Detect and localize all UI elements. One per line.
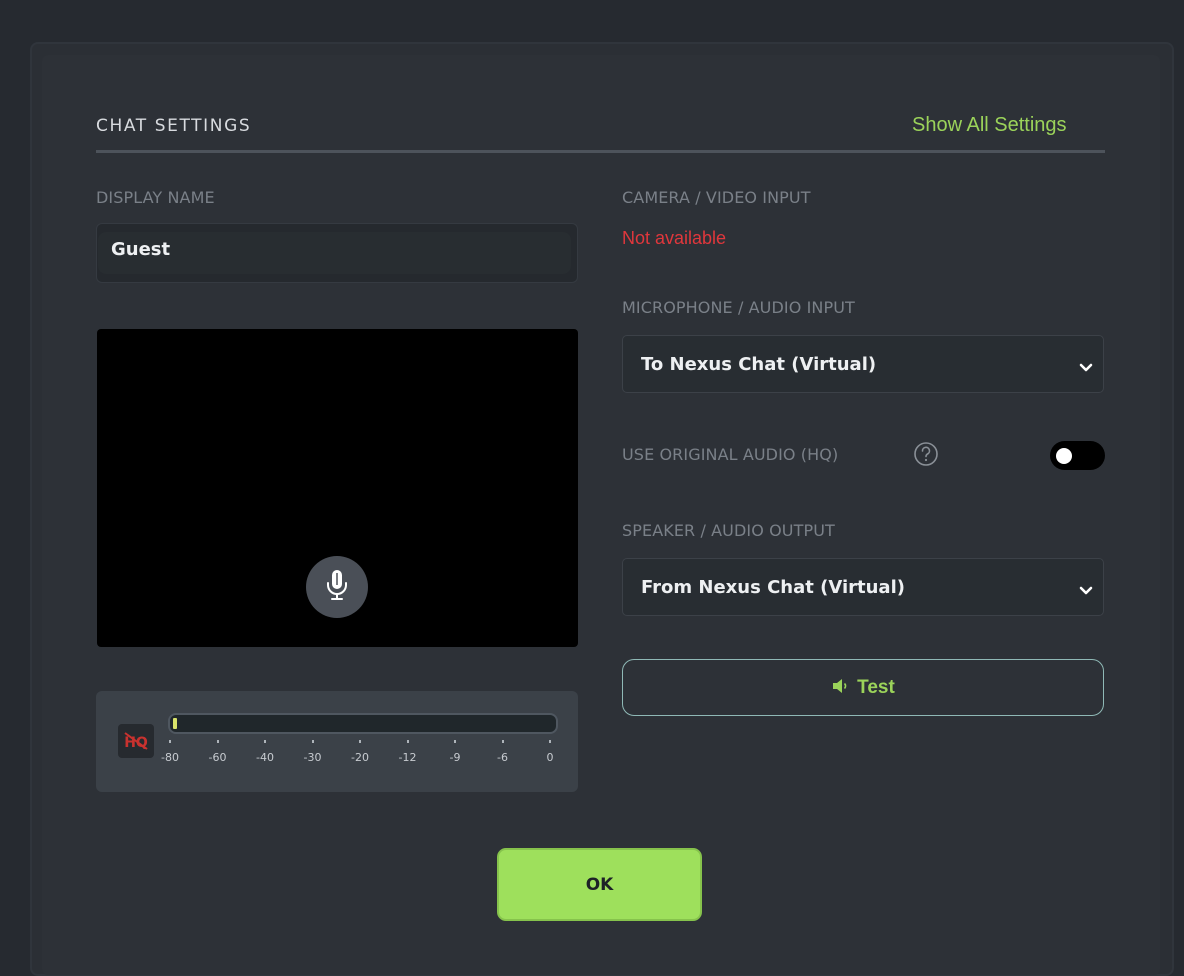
- meter-tick-mark: [311, 740, 314, 743]
- chevron-down-icon: [1079, 358, 1093, 377]
- help-circle-icon[interactable]: [912, 440, 940, 468]
- original-audio-label: USE ORIGINAL AUDIO (HQ): [622, 445, 839, 464]
- meter-tick-label: 0: [546, 751, 554, 764]
- meter-tick-label: -80: [161, 751, 179, 764]
- speaker-select-value: From Nexus Chat (Virtual): [641, 577, 905, 598]
- microphone-icon: [325, 568, 349, 606]
- meter-level-fill: [173, 718, 177, 729]
- meter-bar: [168, 713, 558, 734]
- test-audio-button[interactable]: Test: [622, 659, 1104, 716]
- camera-label: CAMERA / VIDEO INPUT: [622, 188, 811, 207]
- meter-tick-label: -9: [449, 751, 461, 764]
- speaker-icon: [831, 678, 851, 698]
- show-all-settings-link[interactable]: Show All Settings: [912, 114, 1067, 137]
- ok-button[interactable]: OK: [497, 848, 702, 921]
- meter-tick-mark: [501, 740, 504, 743]
- meter-tick-mark: [406, 740, 409, 743]
- ok-button-label: OK: [585, 874, 614, 895]
- speaker-select[interactable]: From Nexus Chat (Virtual): [622, 558, 1104, 616]
- microphone-select-value: To Nexus Chat (Virtual): [641, 354, 877, 375]
- hq-disabled-icon[interactable]: HQ: [118, 724, 154, 758]
- original-audio-toggle[interactable]: [1050, 441, 1105, 470]
- meter-tick-mark: [216, 740, 219, 743]
- meter-tick-mark: [359, 740, 361, 743]
- display-name-input[interactable]: [109, 238, 553, 261]
- toggle-knob: [1056, 448, 1072, 464]
- display-name-field-container: [96, 223, 578, 283]
- chevron-down-icon: [1079, 581, 1093, 600]
- meter-tick-mark: [169, 740, 171, 743]
- display-name-label: DISPLAY NAME: [96, 188, 215, 207]
- microphone-label: MICROPHONE / AUDIO INPUT: [622, 298, 855, 317]
- meter-tick-mark: [264, 740, 266, 743]
- header-divider: [96, 150, 1105, 153]
- camera-status: Not available: [622, 228, 727, 248]
- test-button-label: Test: [857, 676, 895, 698]
- microphone-select[interactable]: To Nexus Chat (Virtual): [622, 335, 1104, 393]
- mute-microphone-button[interactable]: [306, 556, 368, 618]
- meter-tick-mark: [549, 740, 551, 743]
- meter-tick-label: -6: [497, 751, 508, 764]
- meter-tick-label: -12: [398, 751, 417, 764]
- meter-tick-label: -40: [256, 751, 274, 764]
- meter-tick-label: -20: [351, 751, 369, 764]
- meter-tick-label: -60: [208, 751, 227, 764]
- svg-text:HQ: HQ: [124, 735, 148, 751]
- meter-tick-label: -30: [303, 751, 322, 764]
- page-title: CHAT SETTINGS: [96, 116, 252, 136]
- speaker-label: SPEAKER / AUDIO OUTPUT: [622, 521, 835, 540]
- meter-tick-mark: [454, 740, 456, 743]
